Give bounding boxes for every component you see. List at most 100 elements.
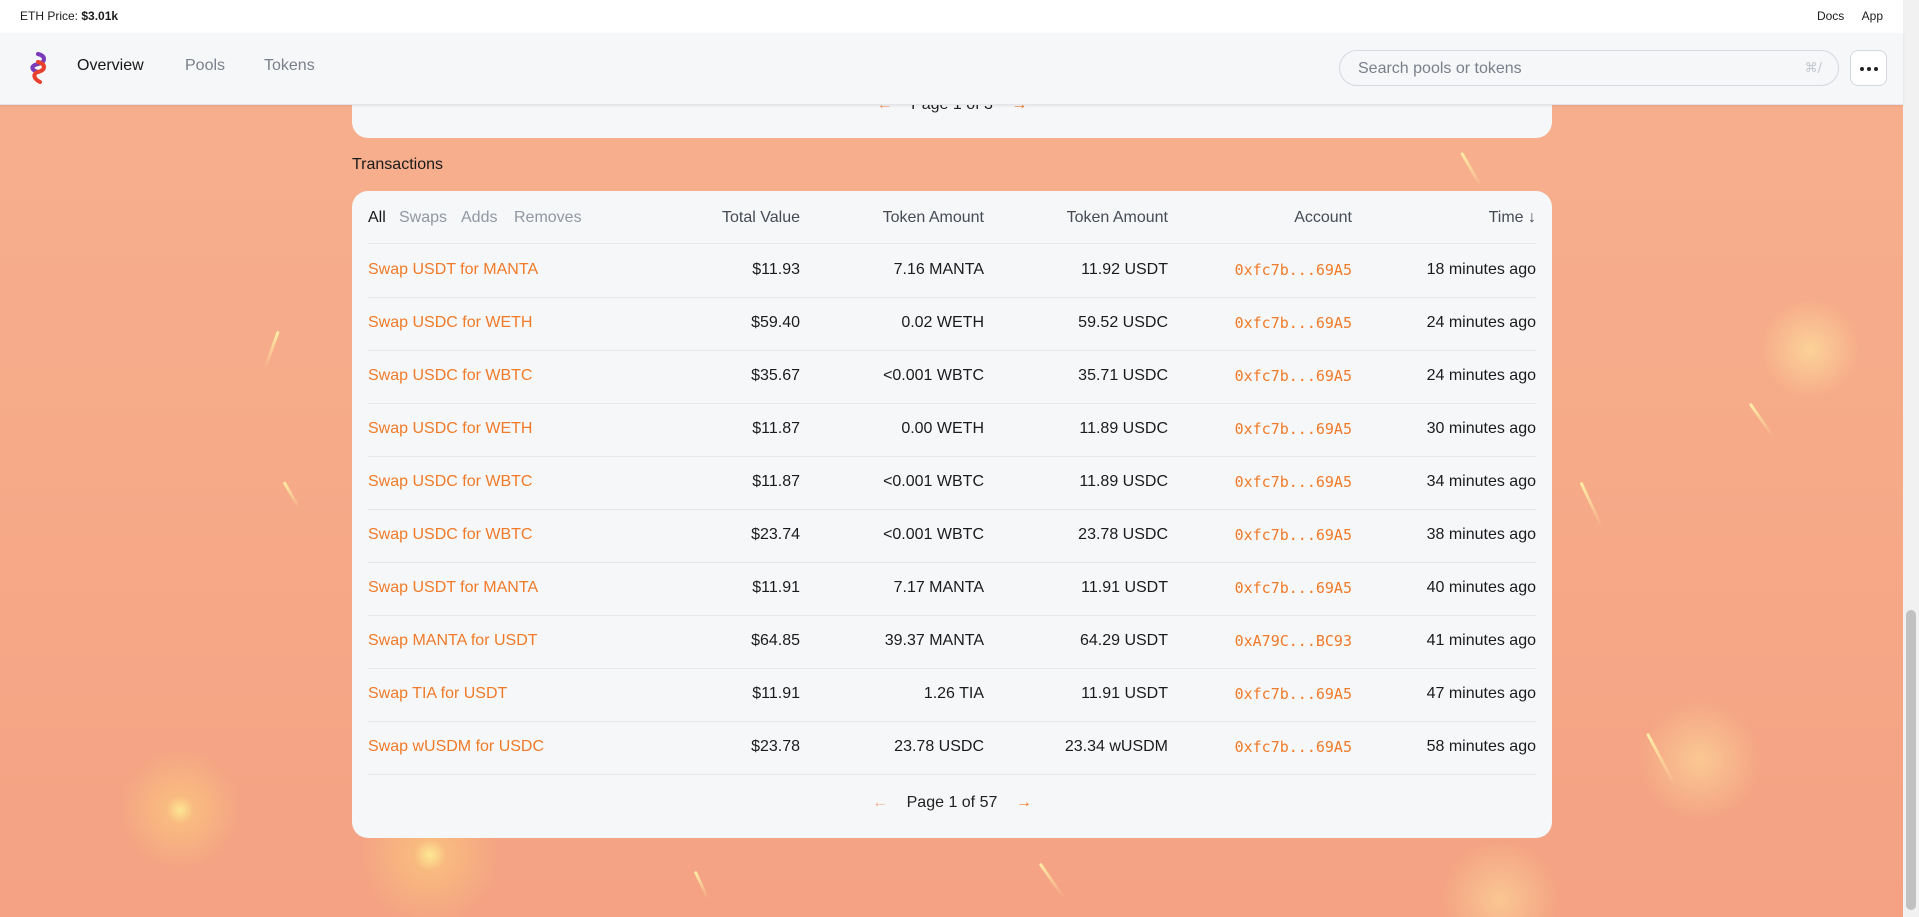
tx-token-amount-2: 35.71 USDC	[1078, 367, 1168, 384]
tx-time: 40 minutes ago	[1426, 579, 1536, 596]
background-streak	[1460, 151, 1483, 189]
tx-account[interactable]: 0xfc7b...69A5	[1235, 314, 1352, 332]
tx-token-amount-1: 0.00 WETH	[901, 420, 984, 437]
tx-account[interactable]: 0xfc7b...69A5	[1235, 367, 1352, 385]
search-shortcut-hint: ⌘/	[1804, 61, 1822, 76]
tx-account[interactable]: 0xfc7b...69A5	[1235, 579, 1352, 597]
tx-account[interactable]: 0xfc7b...69A5	[1235, 261, 1352, 279]
tx-description[interactable]: Swap USDT for MANTA	[368, 261, 538, 279]
tx-token-amount-2: 23.78 USDC	[1078, 526, 1168, 543]
dot-icon	[1867, 67, 1871, 71]
top-info-bar: ETH Price: $3.01k Docs App	[0, 0, 1903, 33]
tx-account[interactable]: 0xfc7b...69A5	[1235, 685, 1352, 703]
next-page-arrow-icon[interactable]: →	[1016, 794, 1032, 811]
col-total-value[interactable]: Total Value	[722, 209, 800, 227]
tx-token-amount-1: <0.001 WBTC	[883, 473, 984, 490]
nav-pools[interactable]: Pools	[185, 57, 225, 75]
tx-total-value: $11.91	[752, 685, 800, 702]
tx-account[interactable]: 0xA79C...BC93	[1235, 632, 1352, 650]
prev-page-arrow-icon[interactable]: ←	[872, 794, 888, 811]
search-input[interactable]	[1356, 59, 1780, 79]
eth-price-value: $3.01k	[81, 9, 119, 23]
tx-time: 47 minutes ago	[1426, 685, 1536, 702]
tx-token-amount-2: 23.34 wUSDM	[1064, 738, 1168, 755]
tx-description[interactable]: Swap USDC for WBTC	[368, 367, 532, 385]
tx-description[interactable]: Swap USDT for MANTA	[368, 579, 538, 597]
table-row: Swap TIA for USDT $11.91 1.26 TIA 11.91 USD…	[368, 668, 1536, 722]
background-streak	[1579, 481, 1604, 529]
tx-time: 30 minutes ago	[1426, 420, 1536, 437]
nav-overview[interactable]: Overview	[77, 57, 144, 75]
tx-time: 24 minutes ago	[1426, 314, 1536, 331]
filter-all[interactable]: All	[368, 209, 386, 227]
table-header: All Swaps Adds Removes Total Value Token…	[368, 191, 1536, 244]
search-box: ⌘/	[1339, 50, 1839, 86]
dot-icon	[1874, 67, 1878, 71]
table-row: Swap USDC for WBTC $35.67 <0.001 WBTC 35.71…	[368, 350, 1536, 404]
tx-description[interactable]: Swap USDC for WBTC	[368, 473, 532, 491]
tx-total-value: $59.40	[751, 314, 800, 331]
more-menu-button[interactable]	[1850, 50, 1887, 86]
col-account[interactable]: Account	[1294, 209, 1352, 227]
tx-description[interactable]: Swap USDC for WBTC	[368, 526, 532, 544]
tx-token-amount-2: 11.92 USDT	[1081, 261, 1168, 278]
docs-link[interactable]: Docs	[1817, 9, 1844, 23]
tx-total-value: $11.87	[752, 473, 800, 490]
col-time[interactable]: Time ↓	[1489, 209, 1536, 227]
background-streak	[693, 870, 710, 900]
transactions-table: All Swaps Adds Removes Total Value Token…	[352, 191, 1552, 838]
table-row: Swap USDC for WBTC $11.87 <0.001 WBTC 11.89…	[368, 456, 1536, 510]
app-link[interactable]: App	[1862, 9, 1883, 23]
tx-token-amount-2: 59.52 USDC	[1078, 314, 1168, 331]
tx-description[interactable]: Swap MANTA for USDT	[368, 632, 538, 650]
page-indicator: Page 1 of 57	[906, 794, 998, 811]
tx-description[interactable]: Swap USDC for WETH	[368, 314, 532, 332]
nav-tokens[interactable]: Tokens	[264, 57, 315, 75]
tx-token-amount-1: <0.001 WBTC	[883, 526, 984, 543]
table-row: Swap USDT for MANTA $11.91 7.17 MANTA 11.91…	[368, 562, 1536, 616]
background-streak	[263, 330, 280, 370]
tx-total-value: $11.91	[752, 579, 800, 596]
logo-icon[interactable]	[28, 52, 50, 84]
tx-description[interactable]: Swap TIA for USDT	[368, 685, 507, 703]
eth-price-label: ETH Price:	[20, 9, 79, 23]
tx-description[interactable]: Swap wUSDM for USDC	[368, 738, 544, 756]
page-scrollbar[interactable]	[1903, 0, 1919, 917]
main-navbar: Overview Pools Tokens ⌘/	[0, 33, 1903, 105]
transactions-title: Transactions	[352, 156, 443, 173]
tx-token-amount-2: 11.91 USDT	[1081, 685, 1168, 702]
tx-token-amount-1: 0.02 WETH	[901, 314, 984, 331]
tx-account[interactable]: 0xfc7b...69A5	[1235, 526, 1352, 544]
tx-total-value: $35.67	[751, 367, 800, 384]
filter-adds[interactable]: Adds	[461, 209, 497, 227]
filter-removes[interactable]: Removes	[514, 209, 582, 227]
tx-time: 41 minutes ago	[1426, 632, 1536, 649]
table-row: Swap USDC for WBTC $23.74 <0.001 WBTC 23.78…	[368, 509, 1536, 563]
tx-account[interactable]: 0xfc7b...69A5	[1235, 420, 1352, 438]
tx-time: 38 minutes ago	[1426, 526, 1536, 543]
tx-total-value: $64.85	[751, 632, 800, 649]
scrollbar-thumb[interactable]	[1906, 610, 1916, 910]
tx-description[interactable]: Swap USDC for WETH	[368, 420, 532, 438]
tx-token-amount-1: 7.16 MANTA	[893, 261, 984, 278]
tx-total-value: $11.93	[752, 261, 800, 278]
dot-icon	[1860, 67, 1864, 71]
tx-token-amount-2: 11.89 USDC	[1079, 420, 1168, 437]
tx-total-value: $11.87	[752, 420, 800, 437]
table-row: Swap wUSDM for USDC $23.78 23.78 USDC 23.34…	[368, 721, 1536, 775]
col-token-amount-2[interactable]: Token Amount	[1067, 209, 1168, 227]
tx-time: 58 minutes ago	[1426, 738, 1536, 755]
tx-token-amount-1: <0.001 WBTC	[883, 367, 984, 384]
tx-total-value: $23.78	[751, 738, 800, 755]
tx-time: 34 minutes ago	[1426, 473, 1536, 490]
tx-account[interactable]: 0xfc7b...69A5	[1235, 473, 1352, 491]
tx-account[interactable]: 0xfc7b...69A5	[1235, 738, 1352, 756]
table-row: Swap MANTA for USDT $64.85 39.37 MANTA 64.2…	[368, 615, 1536, 669]
col-token-amount-1[interactable]: Token Amount	[883, 209, 984, 227]
filter-swaps[interactable]: Swaps	[399, 209, 447, 227]
background-streak	[1748, 402, 1775, 438]
background-streak	[1038, 862, 1065, 898]
tx-time: 18 minutes ago	[1426, 261, 1536, 278]
tx-token-amount-1: 39.37 MANTA	[884, 632, 984, 649]
tx-total-value: $23.74	[751, 526, 800, 543]
